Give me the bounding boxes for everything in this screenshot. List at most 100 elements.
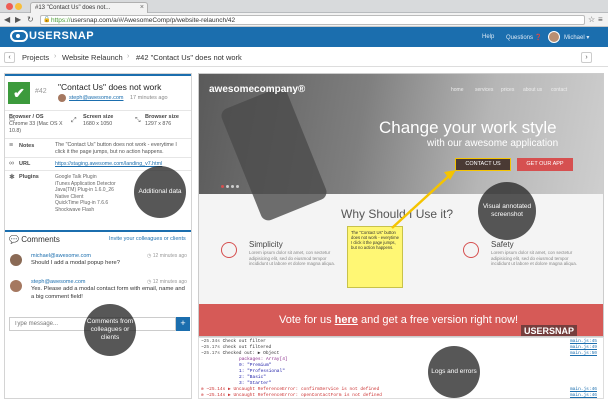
browser-size-value: 1297 x 876 (145, 121, 172, 127)
log-line: ~25.17s check out filtered main.js:49 (201, 345, 601, 350)
error-icon: ⊗ (201, 387, 204, 392)
annotation-bubble-visual: Visual annotated screenshot (478, 182, 536, 240)
clock-icon: ◷ (147, 279, 152, 285)
help-link[interactable]: Help (482, 34, 494, 40)
site-nav-item: prices (501, 87, 515, 93)
vote-text: Vote for us here and get a free version … (279, 314, 518, 326)
error-log-line[interactable]: ⊗ ~25.14s ▶ Uncaught ReferenceError: ope… (201, 393, 601, 398)
link-icon: ∞ (9, 160, 14, 167)
comment-time: ◷ 12 minutes ago (147, 253, 187, 259)
breadcrumb-projects[interactable]: Projects (22, 53, 49, 62)
log-line[interactable]: ~25.17s Checked out: ▶ Object main.js:50 (201, 351, 601, 356)
leaf-icon (221, 242, 237, 258)
site-nav-item: contact (551, 87, 568, 93)
url-label: URL (19, 161, 31, 167)
log-source-link[interactable]: main.js:46 (570, 387, 597, 392)
log-source-link[interactable]: main.js:49 (570, 345, 597, 350)
url-scheme: https:// (51, 17, 71, 24)
phone-photo (219, 85, 329, 223)
notes-row: ≡ Notes The "Contact Us" button does not… (5, 138, 191, 156)
carousel-dots (221, 183, 241, 190)
log-source-link[interactable]: main.js:46 (570, 393, 597, 398)
commenter-name[interactable]: michael@awesome.com (31, 253, 91, 259)
browser-tab-bar: #13 "Contact Us" does not... × (0, 0, 608, 13)
log-source-link[interactable]: main.js:50 (570, 351, 597, 356)
forward-icon[interactable]: ▶ (15, 15, 21, 24)
annotated-screenshot: awesomecompany® home services prices abo… (198, 73, 604, 337)
why-heading: Why Should I Use it? (341, 207, 454, 221)
logo-text: USERSNAP (29, 30, 95, 42)
commenter-name[interactable]: steph@awesome.com (31, 279, 86, 285)
notes-icon: ≡ (9, 142, 14, 149)
user-menu[interactable]: Michael ▾ (564, 34, 589, 41)
log-time: ~25.17s (201, 351, 220, 356)
comment-time-text: 12 minutes ago (152, 253, 187, 259)
breadcrumb: ‹ Projects › Website Relaunch › #42 "Con… (0, 47, 608, 67)
next-arrow-icon[interactable]: › (581, 52, 592, 63)
puzzle-icon: ✱ (9, 174, 15, 181)
comment-item: michael@awesome.com ◷ 12 minutes ago Sho… (5, 252, 191, 278)
annotation-bubble-comments: Comments from colleagues or clients (84, 304, 136, 356)
close-window-icon[interactable] (6, 3, 13, 10)
reload-icon[interactable]: ↻ (27, 15, 34, 24)
log-time: ~25.17s (201, 345, 220, 350)
log-source-link[interactable]: main.js:45 (570, 339, 597, 344)
usersnap-logo[interactable]: USERSNAP (10, 30, 94, 44)
feature-text: Lorem ipsum dolor sit amet, con sectetur… (249, 250, 336, 266)
add-comment-button[interactable]: + (176, 317, 190, 331)
plugin-item: Java(TM) Plug-in 1.6.0_26 (55, 187, 114, 193)
notes-label: Notes (19, 143, 35, 149)
browser-tab[interactable]: #13 "Contact Us" does not... × (30, 2, 148, 13)
user-name: Michael (564, 35, 585, 41)
error-log-line[interactable]: ⊗ ~25.14s ▶ Uncaught ReferenceError: con… (201, 387, 601, 392)
breadcrumb-project[interactable]: Website Relaunch (62, 53, 123, 62)
browser-os-value: Chrome 33 (Mac OS X 10.8) (9, 121, 63, 134)
carousel-dot (226, 185, 229, 188)
comment-time: ◷ 12 minutes ago (147, 279, 187, 285)
url-text: usersnap.com/a/#/AwesomeComp/p/website-r… (70, 17, 236, 24)
usersnap-watermark: USERSNAP (521, 325, 578, 336)
url-input[interactable]: 🔒 https://usersnap.com/a/#/AwesomeComp/p… (40, 15, 585, 25)
site-nav-item: home (451, 87, 464, 93)
comment-text: Should I add a modal popup here? (31, 260, 120, 266)
console-log-panel: ~25.34s Check out filter main.js:45 ~25.1… (198, 337, 604, 399)
clock-icon: ◷ (147, 253, 152, 259)
commenter-avatar (10, 280, 22, 292)
notes-value: The "Contact Us" button does not work - … (55, 142, 177, 155)
issue-number: #42 (35, 88, 47, 95)
back-arrow-icon[interactable]: ‹ (4, 52, 15, 63)
contact-us-button: CONTACT US (455, 158, 511, 171)
browser-os-label: Browser / OS (9, 114, 44, 120)
app-header: USERSNAP Help Questions ❓ Michael ▾ (0, 27, 608, 47)
bookmark-star-icon[interactable]: ☆ (588, 15, 595, 24)
tab-close-icon[interactable]: × (140, 4, 144, 11)
menu-icon[interactable]: ≡ (598, 15, 603, 24)
resolve-checkmark-icon[interactable]: ✔ (8, 82, 30, 104)
reporter-email[interactable]: steph@awesome.com (69, 95, 124, 101)
url-value[interactable]: https://staging.awesome.com/landing_v7.h… (55, 161, 162, 168)
issue-title: "Contact Us" does not work (58, 82, 162, 92)
site-logo: awesomecompany® (209, 84, 306, 95)
back-icon[interactable]: ◀ (4, 15, 10, 24)
questions-link[interactable]: Questions ❓ (506, 34, 542, 41)
site-nav-item: services (475, 87, 494, 93)
feature-title: Safety (491, 240, 514, 249)
minimize-window-icon[interactable] (15, 3, 22, 10)
plugins-label: Plugins (19, 174, 39, 180)
address-bar: ◀ ▶ ↻ 🔒 https://usersnap.com/a/#/Awesome… (0, 13, 608, 27)
screen-size-value: 1680 x 1050 (83, 121, 113, 127)
log-text: ▶ Uncaught ReferenceError: openContactFo… (228, 393, 382, 398)
hero-subheading: with our awesome application (427, 138, 559, 149)
log-time: ~25.14s (206, 393, 226, 398)
log-text: Checked out: ▶ Object (222, 351, 280, 356)
plugin-item: QuickTime Plug-in 7.6.6 (55, 200, 109, 206)
vote-text-post: and get a free version right now! (357, 314, 519, 326)
sticky-note[interactable]: The "Contact Us" button does not work - … (347, 226, 403, 288)
browser-window-icon: ⤡ (135, 117, 141, 124)
log-line: packages: Array[4] (239, 357, 288, 362)
questions-label: Questions (506, 35, 534, 41)
invite-link[interactable]: Invite your colleagues or clients (109, 236, 186, 242)
breadcrumb-separator-icon: › (127, 53, 130, 60)
chevron-down-icon: ▾ (586, 35, 590, 41)
user-avatar[interactable] (548, 31, 560, 43)
